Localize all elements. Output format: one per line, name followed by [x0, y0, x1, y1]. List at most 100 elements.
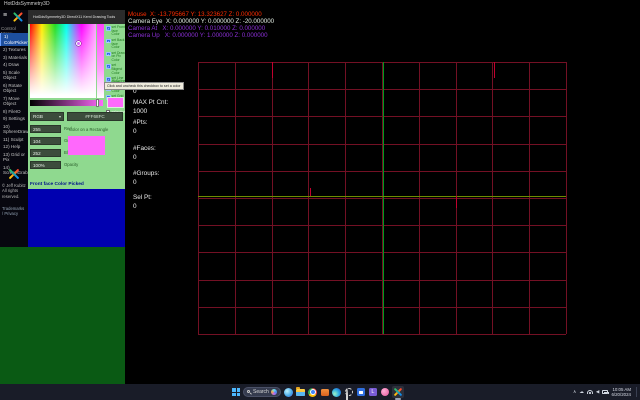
clock-date: 6/20/2024	[611, 392, 631, 397]
legal-link[interactable]: Trademarks / Privacy	[2, 206, 26, 217]
grid-line	[198, 116, 566, 117]
grid-line	[198, 280, 566, 281]
sidebar-menu: 1) ColorPicker 2) Textures 3) Materials …	[0, 33, 28, 177]
sidebar-item-settings[interactable]: 9) Settings	[0, 115, 28, 123]
checkbox-row: ✓ set Back face Color	[106, 39, 125, 50]
grid-line	[566, 62, 567, 334]
hex-value-field[interactable]: #FF68FC	[67, 112, 123, 121]
chevron-up-icon[interactable]: ∧	[573, 389, 576, 395]
front-face-label: Front face Color Picked	[30, 182, 84, 187]
sidebar-item-scale-object[interactable]: 5) Scale Object	[0, 69, 28, 82]
max-pt-cnt-label: MAX Pt Cnt:	[133, 99, 168, 106]
sidebar-item-draw[interactable]: 4) Draw	[0, 61, 28, 69]
show-desktop-button[interactable]	[636, 387, 637, 397]
wifi-icon[interactable]	[587, 390, 593, 394]
grid-line	[310, 188, 311, 196]
sidebar-item-rotate-object[interactable]: 6) Rotate Object	[0, 82, 28, 95]
speaker-icon[interactable]: ◀	[596, 389, 600, 395]
color-mode-value: RGB	[33, 114, 43, 119]
sidebar-item-colorpicker[interactable]: 1) ColorPicker	[0, 33, 28, 46]
taskbar-center: Search L	[232, 384, 404, 400]
grid-line	[198, 144, 566, 145]
clock[interactable]: 10:05 AM 6/20/2024	[611, 387, 631, 398]
picked-color-swatch	[107, 97, 124, 108]
copilot-icon[interactable]	[284, 388, 293, 397]
bing-copilot-icon	[271, 389, 278, 396]
value-slider[interactable]	[30, 100, 103, 106]
sidebar: ≡ Control Menu 1) ColorPicker 2) Texture…	[0, 10, 28, 247]
app-logo-icon	[12, 11, 24, 22]
grid-line	[198, 307, 566, 308]
grid-line	[198, 89, 566, 90]
settings-gear-icon[interactable]	[344, 388, 353, 397]
sidebar-item-fileio[interactable]: 8) FileIO	[0, 108, 28, 116]
cloud-icon[interactable]: ☁	[579, 389, 584, 395]
camera-up-readout: Camera Up X: 0.000000 Y: 1.000000 Z: 0.0…	[128, 32, 268, 39]
checkbox-label: set Bkgrnd Color	[112, 64, 126, 75]
sidebar-item-materials[interactable]: 3) Materials	[0, 54, 28, 62]
checkbox-row: ✓ set Draw on Pix Color	[106, 52, 125, 63]
groups-value: 0	[133, 179, 137, 186]
grid-line	[198, 171, 566, 172]
sidebar-item-sculpt[interactable]: 11) Sculpt	[0, 136, 28, 144]
lower-panel	[0, 247, 125, 384]
blue-field[interactable]: 252	[30, 149, 61, 157]
shade-strip[interactable]	[97, 24, 104, 98]
sidebar-item-spheredraw[interactable]: 10) SphereDraw	[0, 123, 28, 136]
green-field[interactable]: 104	[30, 137, 61, 145]
file-explorer-icon[interactable]	[296, 388, 305, 397]
checkbox-checked-icon[interactable]: ✓	[106, 39, 111, 44]
checkbox-label: set Back face Color	[112, 39, 126, 50]
window-caption: HotDdsSymmetry3D	[4, 1, 50, 7]
grid-line	[198, 196, 566, 197]
tool-window-title: HotDdsSymmetry3D DirectX11 Kernl Drawing…	[28, 10, 125, 24]
app-l-icon[interactable]: L	[368, 388, 377, 397]
checkbox-checked-icon[interactable]: ✓	[106, 77, 111, 82]
search-label: Search	[253, 389, 269, 395]
grid-line	[383, 62, 384, 334]
groups-label: #Groups:	[133, 170, 159, 177]
app-logo-icon	[8, 168, 20, 180]
color-rectangle-swatch	[68, 136, 105, 155]
camera-eye-readout: Camera Eye X: 0.000000 Y: 0.000000 Z: -2…	[128, 18, 274, 25]
hotdds-app-taskbar-icon[interactable]	[392, 386, 404, 398]
edge-icon[interactable]	[332, 388, 341, 397]
search-input[interactable]: Search	[243, 387, 281, 397]
pts-value: 0	[133, 128, 137, 135]
checkbox-row: ✓ set Bkgrnd Color	[106, 64, 125, 75]
menu-icon[interactable]: ≡	[3, 11, 7, 21]
sidebar-item-grid-or-pix[interactable]: 13) Grid or Pix	[0, 151, 28, 164]
sidebar-item-textures[interactable]: 2) Textures	[0, 46, 28, 54]
checkbox-checked-icon[interactable]: ✓	[106, 64, 111, 69]
sidebar-item-help[interactable]: 12) Help	[0, 143, 28, 151]
checkbox-checked-icon[interactable]: ✓	[106, 52, 111, 57]
slider-handle[interactable]	[96, 99, 99, 107]
faces-label: #Faces:	[133, 145, 156, 152]
sidebar-top: ≡	[0, 10, 28, 23]
opacity-label: Opacity	[64, 162, 78, 167]
orange-folder-icon[interactable]	[320, 388, 329, 397]
opacity-field[interactable]: 100%	[30, 161, 61, 169]
grid-line	[198, 225, 566, 226]
chrome-icon[interactable]	[308, 388, 317, 397]
grid-line	[198, 252, 566, 253]
checkbox-checked-icon[interactable]: ✓	[106, 26, 111, 31]
color-mode-select[interactable]: RGB ▾	[30, 112, 64, 121]
tooltip: Click and uncheck this checkbox to set a…	[104, 82, 184, 90]
media-app-icon[interactable]	[380, 388, 389, 397]
system-tray: ∧ ☁ ◀ 10:05 AM 6/20/2024	[573, 384, 637, 400]
battery-icon[interactable]	[602, 390, 608, 393]
sel-pt-label: Sel Pt:	[133, 194, 152, 201]
camera-at-readout: Camera At X: 0.000000 Y: 0.010000 Z: 0.0…	[128, 25, 265, 32]
pts-label: #Pts:	[133, 119, 148, 126]
grid-line	[456, 196, 457, 208]
sidebar-item-move-object[interactable]: 7) Move Object	[0, 95, 28, 108]
color-cursor-icon[interactable]	[76, 41, 81, 46]
grid-line	[272, 62, 273, 78]
checkbox-row: ✓ set Front face Color	[106, 26, 125, 37]
store-icon[interactable]	[356, 388, 365, 397]
color-gradient-area[interactable]	[30, 24, 96, 98]
grid-line	[198, 198, 566, 199]
start-icon[interactable]	[232, 388, 240, 396]
red-field[interactable]: 255	[30, 125, 61, 133]
